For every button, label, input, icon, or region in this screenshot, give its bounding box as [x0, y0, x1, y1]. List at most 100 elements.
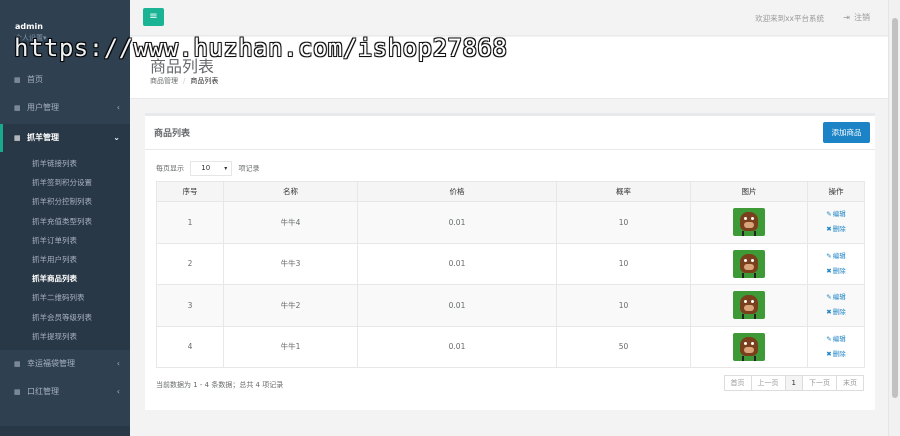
- page-title: 商品列表: [150, 57, 215, 76]
- close-icon: ✖: [826, 308, 832, 317]
- last-page-button[interactable]: 末页: [836, 375, 864, 391]
- cell-actions: ✎编辑 ✖删除: [807, 325, 865, 368]
- table-row: 1 牛牛4 0.01 10 ✎编辑 ✖删除: [156, 201, 865, 244]
- cell-name: 牛牛3: [223, 242, 358, 285]
- cell-rate: 10: [556, 242, 691, 285]
- sidebar-item-label: 口红管理: [27, 386, 59, 396]
- sidebar-sub-item[interactable]: 抓羊充值类型列表: [0, 212, 130, 231]
- menu-toggle-button[interactable]: ≡: [143, 8, 164, 26]
- grid-icon: ▦: [14, 359, 21, 368]
- column-header[interactable]: 名称: [223, 181, 358, 202]
- user-settings-link[interactable]: 个人设置▾: [15, 33, 130, 43]
- sidebar-item-users[interactable]: ▦ 用户管理 ‹: [0, 94, 130, 122]
- delete-link[interactable]: ✖删除: [808, 222, 864, 237]
- chevron-left-icon: ‹: [116, 103, 120, 112]
- length-suffix: 项记录: [238, 164, 260, 173]
- logout-link[interactable]: ⇥ 注销: [843, 12, 870, 23]
- dropdown-arrow-icon: ▾: [224, 165, 228, 172]
- edit-icon: ✎: [826, 293, 832, 302]
- delete-link[interactable]: ✖删除: [808, 264, 864, 279]
- table-info: 当前数据为 1 - 4 条数据；总共 4 项记录: [156, 381, 284, 389]
- edit-link[interactable]: ✎编辑: [808, 290, 864, 305]
- sidebar-sub-item[interactable]: 抓羊积分控制列表: [0, 192, 130, 211]
- cell-name: 牛牛2: [223, 284, 358, 327]
- user-name[interactable]: admin: [15, 22, 130, 31]
- edit-label: 编辑: [832, 251, 846, 260]
- sidebar-sub-item[interactable]: 抓羊会员等级列表: [0, 308, 130, 327]
- page-number-button[interactable]: 1: [784, 375, 803, 391]
- close-icon: ✖: [826, 266, 832, 275]
- panel-title: 商品列表: [154, 129, 191, 139]
- edit-link[interactable]: ✎编辑: [808, 249, 864, 264]
- chevron-left-icon: ‹: [116, 358, 120, 368]
- sidebar-item-home[interactable]: ▦ 首页: [0, 66, 130, 94]
- table-header-row: 序号 名称 价格 概率 图片 操作: [156, 181, 865, 202]
- cell-price: 0.01: [357, 325, 557, 368]
- cell-rate: 10: [556, 201, 691, 244]
- product-list-panel: 商品列表 添加商品 每页显示 10 ▾ 项记录 序号 名称 价格 概率 图片 操作…: [145, 113, 875, 410]
- cell-no: 3: [156, 284, 224, 327]
- sidebar-submenu: 抓羊链接列表 抓羊签到积分设置 抓羊积分控制列表 抓羊充值类型列表 抓羊订单列表…: [0, 152, 130, 350]
- cell-image: [690, 284, 808, 327]
- page-length-select[interactable]: 10 ▾: [190, 161, 233, 176]
- sidebar-sub-item[interactable]: 抓羊链接列表: [0, 154, 130, 173]
- next-page-button[interactable]: 下一页: [802, 375, 837, 391]
- cell-actions: ✎编辑 ✖删除: [807, 201, 865, 244]
- column-header[interactable]: 概率: [556, 181, 691, 202]
- grid-icon: ▦: [14, 387, 21, 396]
- edit-link[interactable]: ✎编辑: [808, 207, 864, 222]
- sidebar-sub-item[interactable]: 抓羊签到积分设置: [0, 173, 130, 192]
- sidebar-item-label: 抓羊管理: [27, 133, 59, 142]
- logout-label: 注销: [854, 13, 870, 22]
- edit-link[interactable]: ✎编辑: [808, 332, 864, 347]
- profile: admin 个人设置▾: [0, 0, 130, 60]
- table-row: 3 牛牛2 0.01 10 ✎编辑 ✖删除: [156, 284, 865, 327]
- delete-link[interactable]: ✖删除: [808, 305, 864, 320]
- sidebar-sub-item[interactable]: 抓羊订单列表: [0, 231, 130, 250]
- column-header[interactable]: 价格: [357, 181, 557, 202]
- delete-label: 删除: [832, 308, 846, 317]
- sidebar-item-label: 幸运福袋管理: [27, 358, 75, 368]
- sidebar-item-label: 用户管理: [27, 103, 59, 112]
- prev-page-button[interactable]: 上一页: [750, 375, 786, 391]
- cell-image: [690, 201, 808, 244]
- sidebar-item-lucky-bag[interactable]: ▦ 幸运福袋管理 ‹: [0, 350, 130, 378]
- cell-image: [690, 325, 808, 368]
- breadcrumb-item[interactable]: 商品管理: [150, 77, 178, 85]
- product-thumbnail: [733, 332, 765, 361]
- delete-label: 删除: [832, 349, 846, 358]
- sidebar-sub-item-current[interactable]: 抓羊商品列表: [0, 269, 130, 288]
- cell-no: 4: [156, 325, 224, 368]
- sidebar-item-lipstick[interactable]: ▦ 口红管理 ‹: [0, 378, 130, 406]
- panel-header: 商品列表 添加商品: [145, 116, 875, 150]
- add-product-button[interactable]: 添加商品: [823, 122, 870, 143]
- column-header[interactable]: 操作: [807, 181, 865, 202]
- sidebar-sub-item[interactable]: 抓羊提现列表: [0, 327, 130, 346]
- grid-icon: ▦: [14, 104, 21, 112]
- sidebar: admin 个人设置▾ ▦ 首页 ▦ 用户管理 ‹ ▦ 抓羊管理 ⌄ 抓羊链接列表 抓羊签…: [0, 0, 130, 436]
- cell-rate: 50: [556, 325, 691, 368]
- first-page-button[interactable]: 首页: [723, 375, 752, 391]
- vertical-scrollbar[interactable]: [888, 0, 900, 436]
- edit-icon: ✎: [826, 251, 832, 260]
- product-thumbnail: [733, 249, 765, 278]
- page-length-control: 每页显示 10 ▾ 项记录: [156, 161, 259, 176]
- delete-label: 删除: [832, 225, 846, 234]
- column-header[interactable]: 序号: [156, 181, 224, 202]
- column-header[interactable]: 图片: [690, 181, 808, 202]
- sidebar-sub-item[interactable]: 抓羊用户列表: [0, 250, 130, 269]
- delete-link[interactable]: ✖删除: [808, 347, 864, 362]
- cell-actions: ✎编辑 ✖删除: [807, 242, 865, 285]
- chevron-down-icon: ⌄: [113, 133, 120, 142]
- sidebar-sub-item[interactable]: 抓羊二维码列表: [0, 288, 130, 307]
- length-prefix: 每页显示: [156, 164, 184, 173]
- close-icon: ✖: [826, 225, 832, 234]
- page-heading: 商品列表: [130, 37, 888, 99]
- scrollbar-thumb[interactable]: [892, 18, 898, 398]
- edit-icon: ✎: [826, 334, 832, 343]
- sidebar-item-label: 首页: [27, 75, 43, 84]
- sidebar-footer: [0, 426, 130, 436]
- sidebar-item-sheep[interactable]: ▦ 抓羊管理 ⌄: [0, 124, 130, 152]
- table-row: 4 牛牛1 0.01 50 ✎编辑 ✖删除: [156, 325, 865, 368]
- cell-price: 0.01: [357, 201, 557, 244]
